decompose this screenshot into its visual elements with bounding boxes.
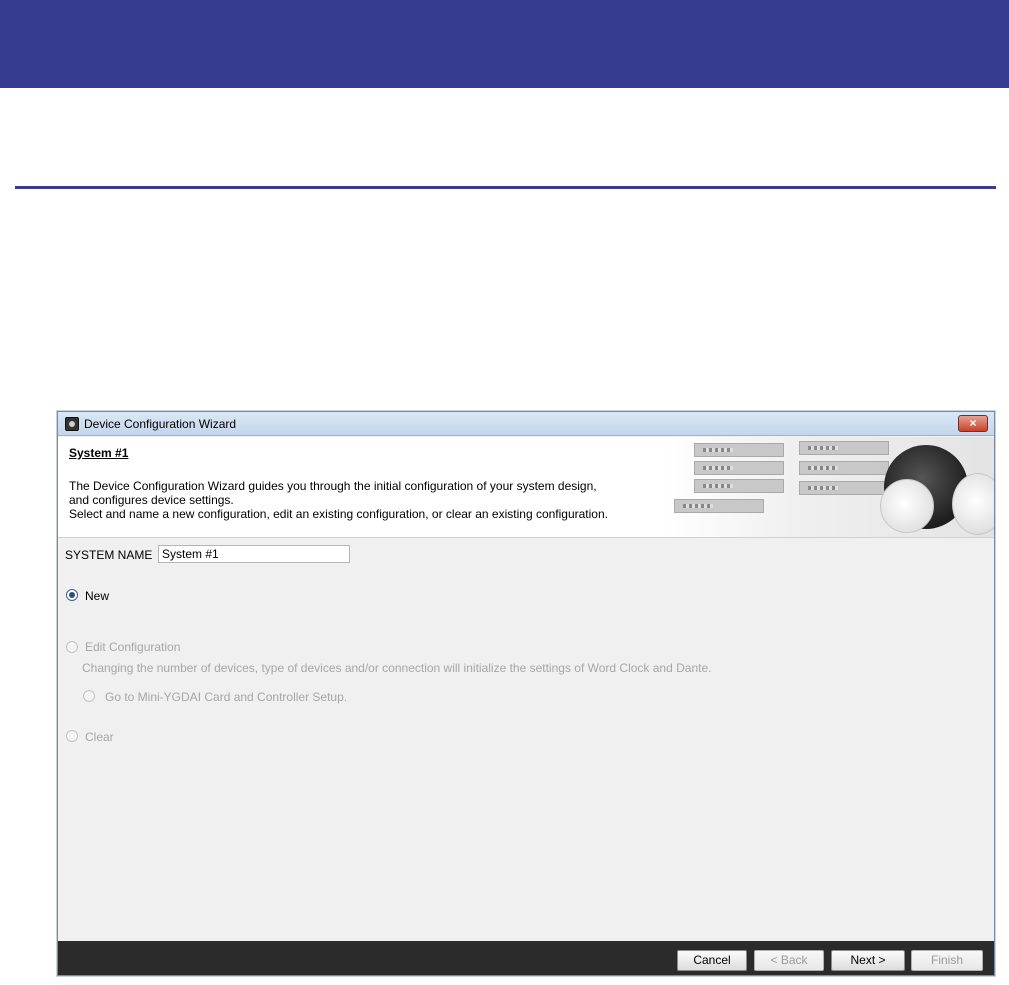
new-radio[interactable] <box>66 589 78 601</box>
back-button[interactable]: < Back <box>754 950 824 971</box>
edit-configuration-radio[interactable] <box>66 641 78 653</box>
clear-label[interactable]: Clear <box>85 730 114 744</box>
app-icon <box>65 417 79 431</box>
close-icon: × <box>969 416 977 430</box>
description-line-1: The Device Configuration Wizard guides y… <box>69 479 597 493</box>
page-heading: System #1 <box>69 446 129 460</box>
edit-configuration-note: Changing the number of devices, type of … <box>82 661 712 675</box>
description-line-2: and configures device settings. <box>69 493 234 507</box>
edit-configuration-label[interactable]: Edit Configuration <box>85 640 180 654</box>
system-name-input[interactable] <box>158 545 350 563</box>
goto-setup-radio[interactable] <box>83 690 95 702</box>
finish-button[interactable]: Finish <box>911 950 983 971</box>
next-button[interactable]: Next > <box>831 950 905 971</box>
window-title: Device Configuration Wizard <box>84 417 237 431</box>
top-header-band <box>0 0 1009 88</box>
goto-setup-label[interactable]: Go to Mini-YGDAI Card and Controller Set… <box>105 690 347 704</box>
button-bar: Cancel < Back Next > Finish <box>58 941 994 975</box>
description-line-3: Select and name a new configuration, edi… <box>69 507 608 521</box>
cancel-button[interactable]: Cancel <box>677 950 747 971</box>
wizard-window: Device Configuration Wizard × System #1 … <box>57 411 995 976</box>
title-bar[interactable]: Device Configuration Wizard × <box>58 412 994 436</box>
new-label[interactable]: New <box>85 589 109 603</box>
close-button[interactable]: × <box>958 415 988 432</box>
header-banner: System #1 The Device Configuration Wizar… <box>58 437 994 538</box>
horizontal-rule <box>15 186 996 189</box>
clear-radio[interactable] <box>66 730 78 742</box>
product-banner-image <box>664 437 994 537</box>
system-name-label: SYSTEM NAME <box>65 548 153 562</box>
